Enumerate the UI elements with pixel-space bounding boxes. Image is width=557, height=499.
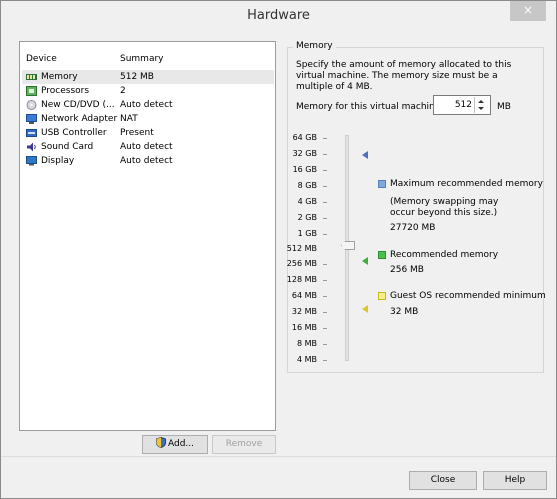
footer-separator <box>1 456 556 457</box>
scale-label: 4 MB <box>296 355 317 364</box>
scale-tick <box>323 138 327 139</box>
device-row-sound-card[interactable]: Sound Card Auto detect <box>22 140 274 154</box>
hardware-dialog: Hardware × Device Summary Memory 512 MB … <box>0 0 557 499</box>
scale-label: 128 MB <box>286 275 317 284</box>
spin-down-icon[interactable] <box>478 107 484 110</box>
scale-tick <box>323 170 327 171</box>
max-recommended-title: Maximum recommended memory <box>390 179 543 189</box>
add-device-label: Add... <box>167 439 194 449</box>
scale-label: 1 GB <box>297 229 317 238</box>
recommended-value: 256 MB <box>390 265 424 275</box>
recommended-title: Recommended memory <box>390 250 499 260</box>
memory-unit-label: MB <box>497 102 511 112</box>
device-name: Display <box>41 156 75 166</box>
scale-label: 16 MB <box>291 323 317 332</box>
memory-group-label: Memory <box>293 41 336 51</box>
memory-spin-buttons[interactable] <box>474 97 489 113</box>
device-row-display[interactable]: Display Auto detect <box>22 154 274 168</box>
memory-description: Specify the amount of memory allocated t… <box>296 60 512 92</box>
scale-tick <box>323 296 327 297</box>
scale-label: 8 GB <box>297 181 317 190</box>
shield-icon <box>155 436 166 455</box>
device-name: USB Controller <box>41 128 107 138</box>
device-list-header: Device Summary <box>26 54 275 68</box>
scale-label: 64 GB <box>292 133 317 142</box>
memory-field-label: Memory for this virtual machine: <box>296 102 444 112</box>
add-device-button[interactable]: Add... <box>142 435 208 454</box>
device-row-usb-controller[interactable]: USB Controller Present <box>22 126 274 140</box>
device-list[interactable]: Device Summary Memory 512 MB Processors … <box>19 41 276 431</box>
scale-tick <box>323 360 327 361</box>
column-header-summary[interactable]: Summary <box>120 54 164 64</box>
scale-tick <box>323 154 327 155</box>
usb-controller-icon <box>26 128 37 138</box>
memory-size-stepper[interactable]: 512 <box>433 95 491 115</box>
recommended-marker-icon <box>362 257 368 265</box>
window-title: Hardware <box>247 8 310 23</box>
scale-tick <box>323 264 327 265</box>
guest-min-marker-icon <box>362 305 368 313</box>
device-summary: NAT <box>120 114 138 124</box>
recommended-square-icon <box>378 251 386 259</box>
scale-tick <box>323 234 327 235</box>
guest-min-title: Guest OS recommended minimum <box>390 291 546 301</box>
guest-min-value: 32 MB <box>390 307 419 317</box>
device-name: Network Adapter <box>41 114 118 124</box>
device-summary: Auto detect <box>120 142 173 152</box>
scale-label: 2 GB <box>297 213 317 222</box>
processor-icon <box>26 86 37 96</box>
max-recommended-note: (Memory swapping may occur beyond this s… <box>390 197 499 218</box>
device-summary: Present <box>120 128 154 138</box>
scale-label: 256 MB <box>286 259 317 268</box>
help-button[interactable]: Help <box>483 471 547 490</box>
scale-label: 64 MB <box>291 291 317 300</box>
scale-tick <box>323 280 327 281</box>
close-window-button[interactable]: × <box>510 1 546 21</box>
scale-tick <box>323 202 327 203</box>
device-name: Memory <box>41 72 78 82</box>
memory-size-value[interactable]: 512 <box>455 100 472 110</box>
scale-label: 8 MB <box>296 339 317 348</box>
scale-tick <box>323 328 327 329</box>
scale-label: 16 GB <box>292 165 317 174</box>
device-summary: 2 <box>120 86 126 96</box>
scale-label: 4 GB <box>297 197 317 206</box>
scale-tick <box>323 344 327 345</box>
device-row-network-adapter[interactable]: Network Adapter NAT <box>22 112 274 126</box>
device-summary: Auto detect <box>120 156 173 166</box>
scale-tick <box>323 186 327 187</box>
max-recommended-value: 27720 MB <box>390 223 436 233</box>
device-row-cd-dvd[interactable]: New CD/DVD (... Auto detect <box>22 98 274 112</box>
max-recommended-marker-icon <box>362 151 368 159</box>
column-header-device[interactable]: Device <box>26 54 57 64</box>
device-name: Processors <box>41 86 90 96</box>
memory-icon <box>26 72 37 82</box>
sound-card-icon <box>26 142 37 152</box>
device-row-memory[interactable]: Memory 512 MB <box>22 70 274 84</box>
remove-device-button[interactable]: Remove <box>212 435 276 454</box>
guest-min-square-icon <box>378 292 386 300</box>
device-summary: 512 MB <box>120 72 154 82</box>
device-row-processors[interactable]: Processors 2 <box>22 84 274 98</box>
scale-label: 32 MB <box>291 307 317 316</box>
device-name: Sound Card <box>41 142 94 152</box>
network-adapter-icon <box>26 114 37 124</box>
scale-label: 32 GB <box>292 149 317 158</box>
max-recommended-square-icon <box>378 180 386 188</box>
device-summary: Auto detect <box>120 100 173 110</box>
device-name: New CD/DVD (... <box>41 100 115 110</box>
spin-up-icon[interactable] <box>478 100 484 103</box>
scale-tick <box>323 312 327 313</box>
title-bar: Hardware × <box>1 1 556 30</box>
cd-dvd-icon <box>26 100 37 110</box>
scale-tick <box>323 218 327 219</box>
display-icon <box>26 156 37 166</box>
close-button[interactable]: Close <box>409 471 477 490</box>
scale-label: 512 MB <box>286 244 317 253</box>
